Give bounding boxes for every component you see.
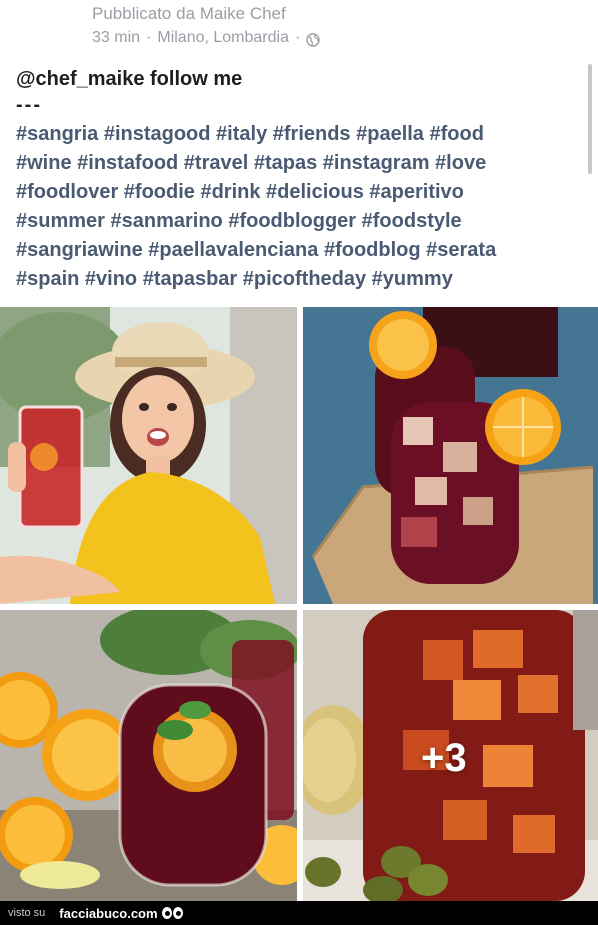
photo-grid: +3 [0, 307, 598, 901]
post-meta: 33 min · Milano, Lombardia · [92, 26, 321, 50]
scrollbar[interactable] [588, 64, 592, 174]
hashtag-line[interactable]: #spain #vino #tapasbar #picoftheday #yum… [16, 265, 576, 294]
posted-by-text[interactable]: Pubblicato da Maike Chef [92, 2, 320, 26]
post-text: @chef_maike follow me --- #sangria #inst… [16, 64, 576, 294]
meta-separator: · [146, 29, 152, 46]
globe-icon[interactable] [306, 31, 321, 47]
hashtag-line[interactable]: #sangriawine #paellavalenciana #foodblog… [16, 236, 576, 265]
hashtag-line[interactable]: #foodlover #foodie #drink #delicious #ap… [16, 178, 576, 207]
meta-separator: · [294, 29, 301, 46]
hashtag-line[interactable]: #sangria #instagood #italy #friends #pae… [16, 120, 576, 149]
hashtag-line[interactable]: #summer #sanmarino #foodblogger #foodsty… [16, 207, 576, 236]
photo-sangria-pitcher[interactable]: +3 [303, 610, 598, 901]
site-logo-text: facciabuco.com [59, 905, 158, 921]
visto-su-text: visto su [8, 907, 46, 919]
post-location[interactable]: Milano, Lombardia [157, 26, 289, 50]
hashtag-block: #sangria #instagood #italy #friends #pae… [16, 120, 576, 294]
hashtag-line[interactable]: #wine #instafood #travel #tapas #instagr… [16, 149, 576, 178]
more-photos-count[interactable]: +3 [421, 736, 467, 781]
post-time[interactable]: 33 min [92, 26, 140, 50]
mention-line[interactable]: @chef_maike follow me [16, 64, 576, 94]
eyes-logo-icon [161, 907, 183, 919]
dash-line: --- [16, 94, 42, 116]
photo-woman-with-sangria[interactable] [0, 307, 297, 604]
post-header: Pubblicato da Maike Chef 33 min · Milano… [92, 2, 321, 50]
watermark-bar: visto su facciabuco.com [0, 901, 598, 925]
photo-sangria-oranges-mint[interactable] [0, 610, 297, 901]
photo-sangria-glasses[interactable] [303, 307, 598, 604]
